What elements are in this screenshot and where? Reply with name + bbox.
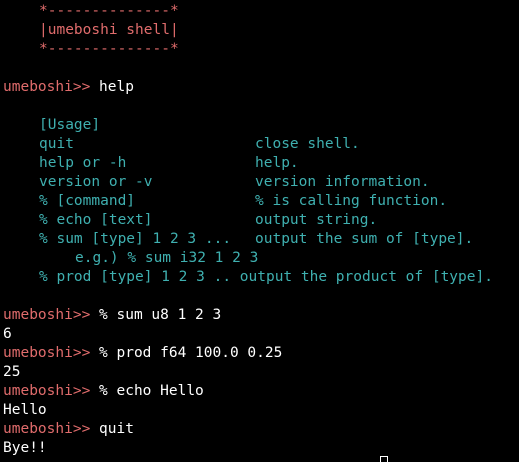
- usage-row-desc: % is calling function.: [255, 193, 448, 209]
- output-sum: 6: [3, 326, 12, 342]
- banner-title: |umeboshi shell|: [39, 22, 179, 38]
- prompt: umeboshi>>: [3, 383, 100, 399]
- usage-row-cmd: help or -h: [39, 155, 127, 171]
- usage-row-desc: help.: [255, 155, 299, 171]
- usage-row-desc: version information.: [255, 174, 430, 190]
- prompt: umeboshi>>: [3, 421, 100, 437]
- command-text: % prod f64 100.0 0.25: [99, 345, 283, 361]
- usage-example: e.g.) % sum i32 1 2 3: [75, 250, 259, 266]
- usage-row-desc: output the sum of [type].: [255, 231, 474, 247]
- prompt: umeboshi>>: [3, 345, 100, 361]
- usage-row-cmd: % echo [text]: [39, 212, 153, 228]
- command-text: % echo Hello: [99, 383, 204, 399]
- prompt: umeboshi>>: [3, 307, 100, 323]
- usage-row-desc: close shell.: [255, 136, 360, 152]
- command-line-sum: umeboshi>> % sum u8 1 2 3: [3, 306, 221, 325]
- usage-row-cmd: % [command]: [39, 193, 136, 209]
- command-text: quit: [99, 421, 134, 437]
- command-line-help: umeboshi>> help: [3, 78, 134, 97]
- banner-border-bottom: *--------------*: [39, 41, 179, 57]
- output-quit: Bye!!: [3, 440, 47, 456]
- command-line-echo: umeboshi>> % echo Hello: [3, 382, 204, 401]
- prompt: umeboshi>>: [3, 79, 100, 95]
- output-prod: 25: [3, 364, 21, 380]
- command-text: % sum u8 1 2 3: [99, 307, 222, 323]
- text-cursor-icon: [380, 456, 388, 462]
- output-echo: Hello: [3, 402, 47, 418]
- terminal-window[interactable]: *--------------* |umeboshi shell| *-----…: [3, 0, 519, 462]
- usage-header: [Usage]: [39, 117, 101, 133]
- usage-row-cmd: % sum [type] 1 2 3 ...: [39, 231, 232, 247]
- banner-border-top: *--------------*: [39, 3, 179, 19]
- command-text: help: [99, 79, 134, 95]
- usage-row-cmd: version or -v: [39, 174, 153, 190]
- usage-row-desc: output string.: [255, 212, 378, 228]
- command-line-prod: umeboshi>> % prod f64 100.0 0.25: [3, 344, 282, 363]
- command-line-quit: umeboshi>> quit: [3, 420, 134, 439]
- usage-row-cmd: quit: [39, 136, 74, 152]
- usage-prod-row: % prod [type] 1 2 3 .. output the produc…: [39, 269, 493, 285]
